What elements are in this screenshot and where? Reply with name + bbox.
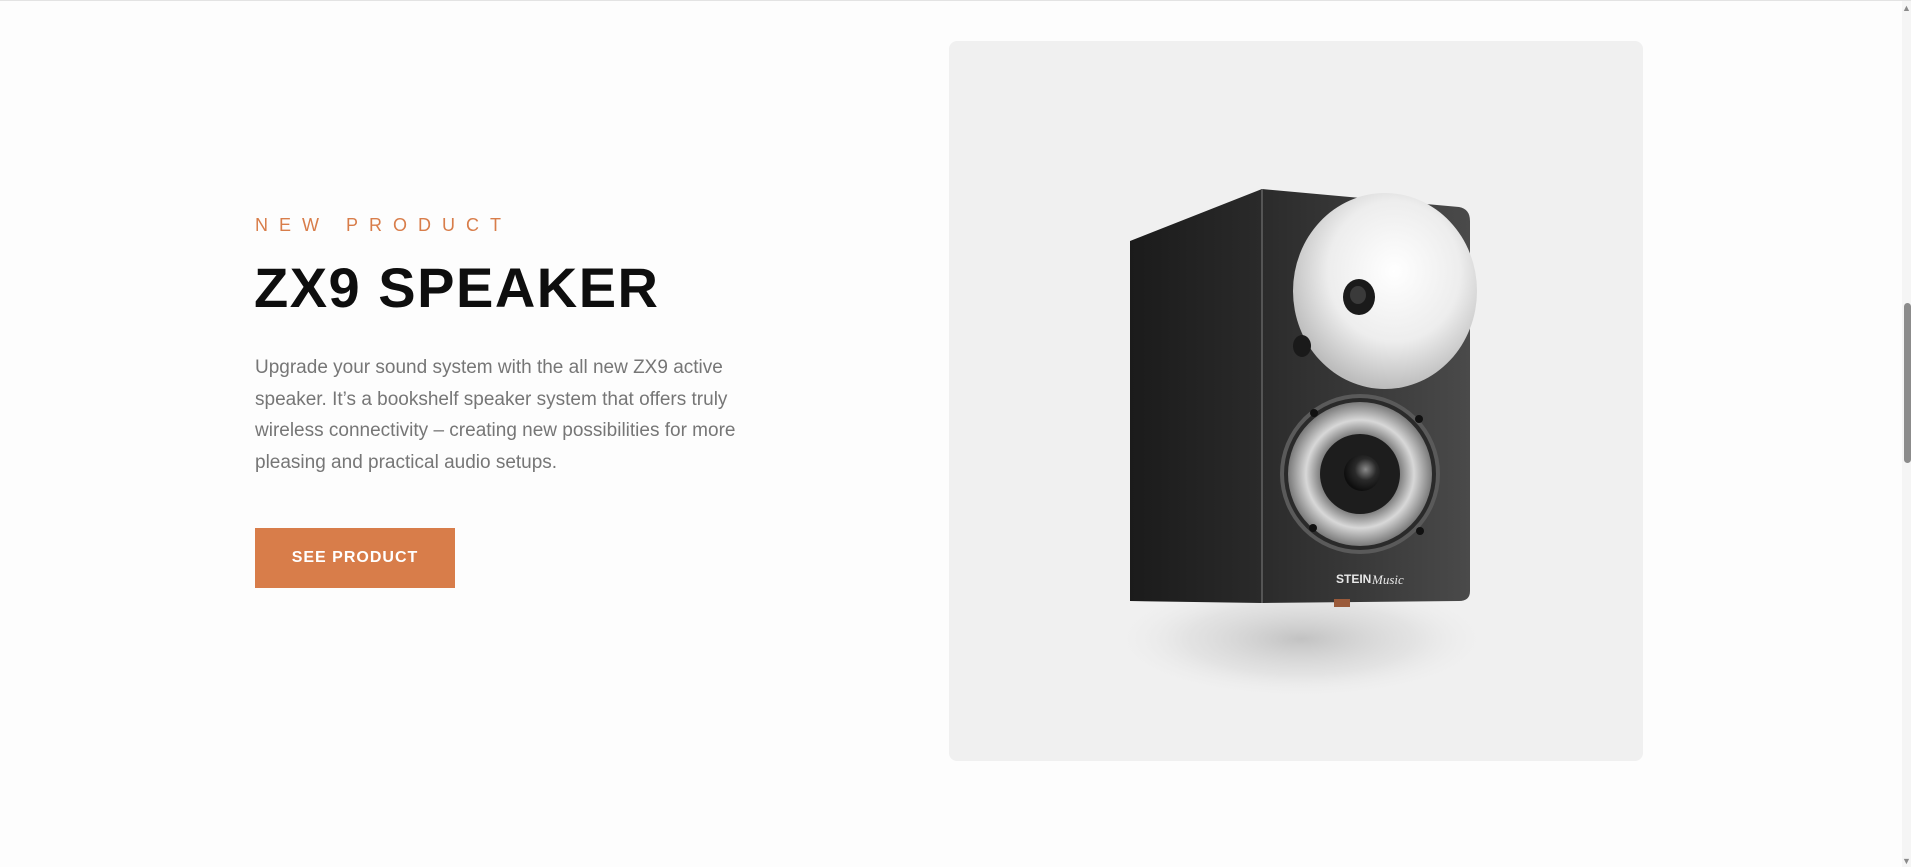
- vertical-scrollbar[interactable]: ▲ ▼: [1902, 1, 1911, 867]
- speaker-image: STEIN Music: [1111, 189, 1491, 699]
- speaker-brand-text: STEIN: [1336, 572, 1371, 586]
- see-product-button[interactable]: SEE PRODUCT: [255, 528, 455, 588]
- product-eyebrow: NEW PRODUCT: [255, 215, 512, 235]
- product-description: Upgrade your sound system with the all n…: [255, 357, 736, 473]
- product-image-card[interactable]: STEIN Music: [949, 41, 1643, 761]
- triangle-down-icon[interactable]: ▼: [1902, 856, 1911, 866]
- speaker-brand-script: Music: [1371, 572, 1404, 587]
- triangle-up-icon[interactable]: ▲: [1902, 3, 1911, 13]
- scrollbar-thumb[interactable]: [1904, 303, 1911, 463]
- page: NEW PRODUCT ZX9 SPEAKER Upgrade your sou…: [0, 0, 1911, 867]
- product-title: ZX9 SPEAKER: [254, 256, 660, 319]
